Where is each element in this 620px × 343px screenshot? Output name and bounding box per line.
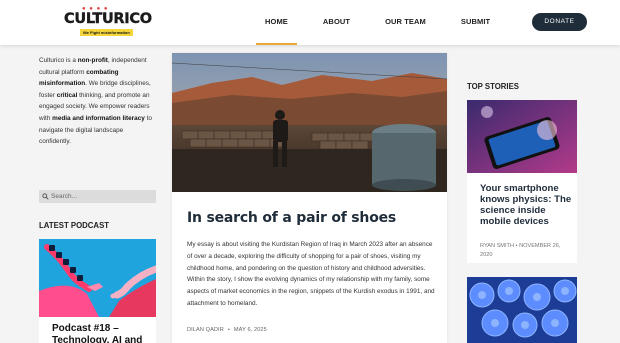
story-author[interactable]: RYAN SMITH [480, 243, 514, 249]
donate-button[interactable]: DONATE [532, 13, 587, 31]
top-stories-heading: TOP STORIES [467, 82, 519, 91]
meta-separator: • [515, 243, 518, 249]
main-nav: HOME ABOUT OUR TEAM SUBMIT [256, 0, 499, 45]
logo-wordmark: CULTURICO [64, 11, 152, 27]
left-sidebar: Culturico is a non-profit, independent c… [39, 55, 156, 343]
nav-submit[interactable]: SUBMIT [452, 0, 499, 45]
search-box [39, 190, 156, 203]
podcast-image[interactable] [39, 239, 156, 317]
featured-post-meta: DILAN QADIR • MAY 6, 2025 [187, 327, 267, 333]
podcast-title[interactable]: Podcast #18 – Technology, AI and [52, 323, 152, 343]
nav-home[interactable]: HOME [256, 0, 297, 45]
logo-tagline: We Fight misinformation [80, 29, 133, 36]
featured-post-title[interactable]: In search of a pair of shoes [187, 210, 437, 226]
top-story-image[interactable] [467, 100, 577, 173]
featured-post-card: In search of a pair of shoes My essay is… [172, 53, 447, 343]
top-story-image-2[interactable] [467, 277, 577, 343]
nav-about[interactable]: ABOUT [314, 0, 359, 45]
post-author[interactable]: DILAN QADIR [187, 327, 224, 333]
post-date: MAY 6, 2025 [233, 327, 267, 333]
nav-our-team[interactable]: OUR TEAM [376, 0, 435, 45]
search-input[interactable] [51, 190, 151, 203]
search-icon[interactable] [42, 193, 49, 200]
podcast-card[interactable]: Podcast #18 – Technology, AI and [39, 239, 156, 343]
top-story-card-2[interactable] [467, 277, 577, 343]
site-header: ● ● ● ● CULTURICO We Fight misinformatio… [0, 0, 620, 45]
featured-post-excerpt: My essay is about visiting the Kurdistan… [187, 241, 435, 307]
top-story-title[interactable]: Your smartphone knows physics: The scien… [480, 183, 572, 227]
about-text: Culturico is a non-profit, independent c… [39, 57, 152, 146]
meta-separator: • [227, 327, 230, 333]
top-story-meta: RYAN SMITH • NOVEMBER 26, 2020 [480, 242, 574, 260]
site-logo[interactable]: ● ● ● ● CULTURICO We Fight misinformatio… [64, 6, 152, 38]
featured-post-image[interactable] [172, 53, 447, 192]
top-story-card[interactable]: Your smartphone knows physics: The scien… [467, 100, 577, 263]
latest-podcast-heading: LATEST PODCAST [39, 221, 110, 230]
